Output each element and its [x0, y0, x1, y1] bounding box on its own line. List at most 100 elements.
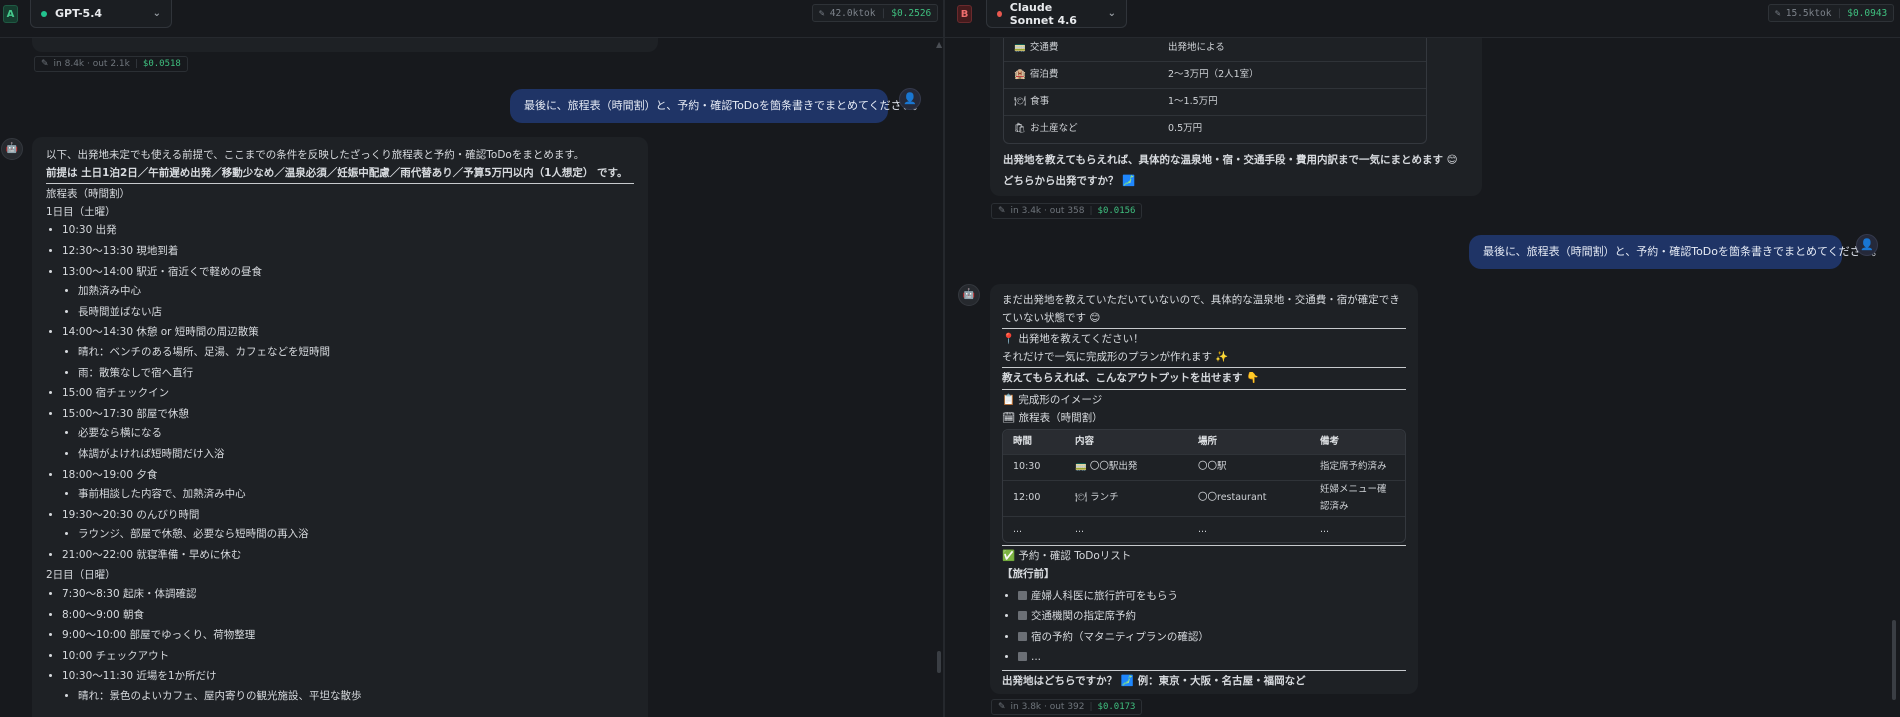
scroll-up-icon[interactable]: ▲: [936, 40, 942, 49]
reply-intro: まだ出発地を教えていただいていないので、具体的な温泉地・交通費・宿が確定できてい…: [1002, 294, 1400, 324]
checkbox-icon: [1018, 611, 1027, 621]
reply-ask-2: それだけで一気に完成形のプランが作れます ✨: [1002, 350, 1229, 363]
todo-text: 産婦人科医に旅行許可をもらう: [1031, 589, 1178, 602]
schedule-sub-item: 事前相談した内容で、加熱済み中心: [78, 486, 634, 504]
budget-item-label: 食事: [1030, 96, 1050, 108]
model-b-header: B Claude Sonnet 4.6 ⌄ ✎ 15.5ktok | $0.09…: [945, 0, 1900, 38]
divider: [1002, 388, 1406, 390]
bot-avatar-icon: 🤖: [958, 284, 980, 306]
table-title: 🗓 旅程表（時間割）: [1002, 411, 1103, 424]
model-b-select[interactable]: Claude Sonnet 4.6 ⌄: [986, 0, 1127, 28]
divider: [46, 183, 634, 185]
budget-item-icon: 🍽: [1014, 96, 1027, 108]
budget-label: 🛍 お土産など: [1004, 115, 1158, 143]
schedule-item-text: 10:00 チェックアウト: [62, 649, 170, 662]
todo-list: 産婦人科医に旅行許可をもらう交通機関の指定席予約宿の予約（マタニティプランの確認…: [1002, 588, 1406, 667]
budget-table: 🚃 交通費 出発地による 🏨 宿泊費 2〜3万円（2人1室） 🍽 食事 1〜1.5万円 🛍 お土産な…: [1003, 34, 1427, 144]
model-a-badge: A: [3, 5, 18, 23]
divider: [1002, 328, 1406, 330]
table-header-cell: 内容: [1065, 430, 1188, 455]
checkbox-icon: [1018, 652, 1027, 662]
budget-item-icon: 🚃: [1014, 42, 1026, 54]
table-cell: 指定席予約済み: [1310, 453, 1405, 481]
schedule-item-text: 12:30〜13:30 現地到着: [62, 244, 179, 257]
prev-reply-cost: $0.0518: [142, 59, 181, 69]
table-cell: 10:30: [1003, 453, 1065, 481]
table-cell: 12:00: [1003, 479, 1065, 517]
prev-reply-meta: ✎ in 3.4k · out 358 | $0.0156: [991, 203, 1143, 219]
schedule-item-text: 10:30 出発: [62, 224, 117, 237]
todo-subtitle: 【旅行前】: [1002, 567, 1055, 580]
schedule-item: 10:30 出発: [62, 222, 634, 240]
tag-icon: ✎: [1775, 7, 1781, 19]
scrollbar-thumb[interactable]: [937, 651, 941, 673]
itinerary-table: 時間 内容 場所 備考 10:30 🚃 〇〇駅出発 〇〇駅 指定席予約済み 12:00 🍽 ランチ…: [1002, 429, 1406, 544]
scrollbar-thumb[interactable]: [1892, 620, 1896, 700]
model-a-status-dot: [41, 10, 47, 17]
schedule-sub-list: ラウンジ、部屋で休憩、必要なら短時間の再入浴: [62, 526, 634, 544]
todo-text: 交通機関の指定席予約: [1031, 610, 1136, 623]
reply-intro-1: 以下、出発地未定でも使える前提で、ここまでの条件を反映したざっくり旅程表と予約・…: [46, 149, 585, 161]
model-b-status-dot: [997, 10, 1002, 17]
schedule-item-text: 13:00〜14:00 駅近・宿近くで軽めの昼食: [62, 265, 263, 278]
table-cell: ...: [1188, 515, 1310, 543]
schedule-item: 12:30〜13:30 現地到着: [62, 243, 634, 261]
schedule-item: 8:00〜9:00 朝食: [62, 607, 634, 625]
previous-reply-bubble: 🚃 交通費 出発地による 🏨 宿泊費 2〜3万円（2人1室） 🍽 食事 1〜1.5万円 🛍 お土産な…: [990, 20, 1482, 196]
schedule-item-text: 18:00〜19:00 夕食: [62, 468, 158, 481]
pane-model-b: B Claude Sonnet 4.6 ⌄ ✎ 15.5ktok | $0.09…: [945, 0, 1900, 717]
itinerary-heading: 旅程表（時間割）: [46, 188, 130, 201]
model-b-badge: B: [957, 5, 972, 23]
table-header-row: 時間 内容 場所 備考: [1003, 430, 1405, 455]
day2-list: 7:30〜8:30 起床・体調確認 8:00〜9:00 朝食 9:00〜10:00 …: [46, 586, 634, 706]
table-row: 10:30 🚃 〇〇駅出発 〇〇駅 指定席予約済み: [1003, 453, 1405, 481]
schedule-sub-item: 長時間並ばない店: [78, 304, 634, 322]
checkbox-icon: [1018, 631, 1027, 641]
model-b-stats: ✎ 15.5ktok | $0.0943: [1768, 4, 1895, 22]
tag-icon: ✎: [998, 206, 1006, 216]
schedule-sub-list: 晴れ：景色のよいカフェ、屋内寄りの観光施設、平坦な散歩: [62, 688, 634, 706]
pane-model-a: A GPT-5.4 ⌄ ✎ 42.0ktok | $0.2526 ✎ in 8.…: [0, 0, 943, 717]
image-title: 📋 完成形のイメージ: [1002, 393, 1103, 406]
todo-item: 産婦人科医に旅行許可をもらう: [1018, 588, 1406, 606]
budget-value: 2〜3万円（2人1室）: [1158, 61, 1426, 89]
model-a-select[interactable]: GPT-5.4 ⌄: [30, 0, 172, 28]
schedule-item-text: 15:00 宿チェックイン: [62, 387, 170, 400]
budget-row: 🛍 お土産など 0.5万円: [1004, 115, 1426, 143]
model-a-name: GPT-5.4: [55, 7, 103, 20]
prev-reply-text-1: 出発地を教えてもらえれば、具体的な温泉地・宿・交通手段・費用内訳まで一気にまとめ…: [1003, 153, 1458, 166]
day1-title: 1日目（土曜）: [46, 205, 116, 218]
reply-cost: $0.0173: [1097, 702, 1136, 712]
user-message: 最後に、旅程表（時間割）と、予約・確認ToDoを箇条書きでまとめてください。: [1469, 235, 1883, 269]
todo-item: 交通機関の指定席予約: [1018, 608, 1406, 626]
schedule-item: 10:30〜11:30 近場を1か所だけ晴れ：景色のよいカフェ、屋内寄りの観光施…: [62, 668, 634, 705]
table-cell: 🍽 ランチ: [1065, 479, 1188, 517]
schedule-item-text: 10:30〜11:30 近場を1か所だけ: [62, 670, 217, 683]
schedule-sub-list: 事前相談した内容で、加熱済み中心: [62, 486, 634, 504]
budget-item-icon: 🛍: [1014, 123, 1027, 135]
chevron-down-icon[interactable]: ⌄: [1108, 8, 1116, 19]
model-b-name: Claude Sonnet 4.6: [1009, 0, 1077, 27]
bot-avatar-icon: 🤖: [1, 138, 23, 160]
budget-row: 🏨 宿泊費 2〜3万円（2人1室）: [1004, 61, 1426, 89]
schedule-item: 14:00〜14:30 休憩 or 短時間の周辺散策晴れ：ベンチのある場所、足湯…: [62, 324, 634, 382]
prev-reply-cost: $0.0156: [1097, 206, 1136, 216]
divider: [1002, 545, 1406, 547]
todo-item: 宿の予約（マタニティプランの確認）: [1018, 629, 1406, 647]
reply-meta: ✎ in 3.8k · out 392 | $0.0173: [991, 699, 1143, 715]
reply-ask-1: 📍 出発地を教えてください！: [1002, 333, 1144, 346]
table-header-cell: 場所: [1188, 430, 1310, 455]
day1-list: 10:30 出発 12:30〜13:30 現地到着 13:00〜14:00 駅近・宿…: [46, 222, 634, 564]
model-a-cost: $0.2526: [891, 7, 932, 19]
user-message: 最後に、旅程表（時間割）と、予約・確認ToDoを箇条書きでまとめてください。: [510, 89, 924, 123]
model-a-tokens: 42.0ktok: [829, 7, 876, 19]
table-cell: 🚃 〇〇駅出発: [1065, 453, 1188, 481]
schedule-sub-item: 必要なら横になる: [78, 425, 634, 443]
model-b-cost: $0.0943: [1847, 7, 1888, 19]
user-avatar-icon: 👤: [899, 88, 921, 110]
checkbox-icon: [1018, 590, 1027, 600]
schedule-sub-list: 必要なら横になる体調がよければ短時間だけ入浴: [62, 425, 634, 463]
model-a-stats: ✎ 42.0ktok | $0.2526: [812, 4, 939, 22]
schedule-sub-item: ラウンジ、部屋で休憩、必要なら短時間の再入浴: [78, 526, 634, 544]
todo-text: 宿の予約（マタニティプランの確認）: [1031, 630, 1209, 643]
